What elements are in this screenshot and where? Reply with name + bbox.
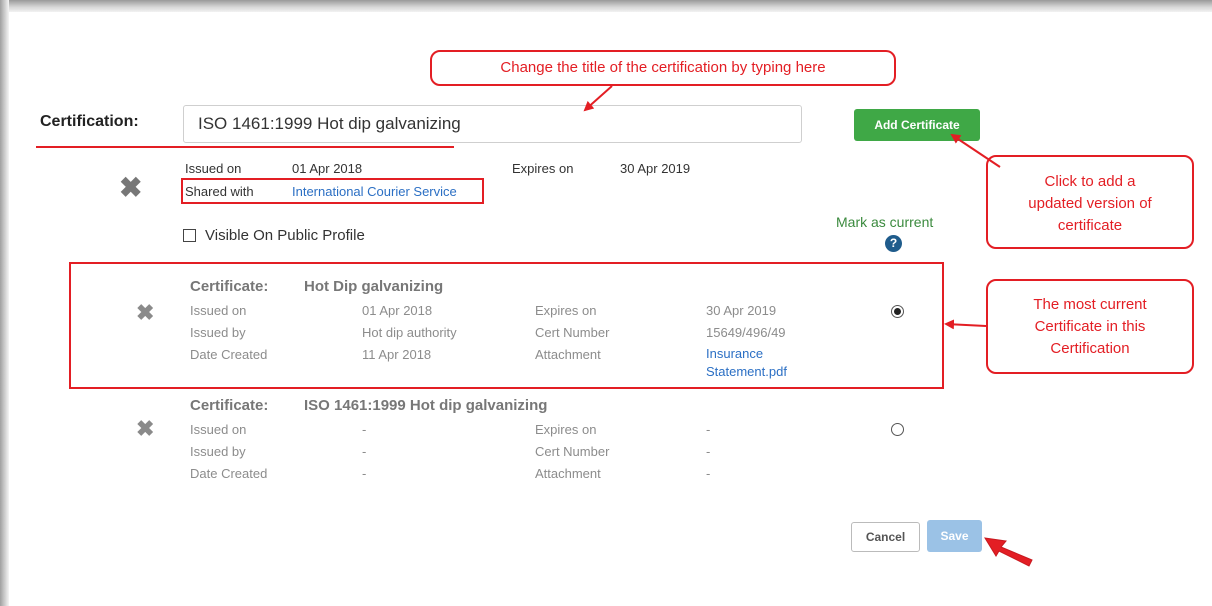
title-hint-arrow — [583, 85, 613, 112]
save-pointer-arrow — [984, 537, 1033, 567]
annotation-arrows — [583, 85, 1033, 567]
current-hint-arrow — [944, 319, 987, 330]
add-hint-arrow — [950, 133, 1001, 168]
